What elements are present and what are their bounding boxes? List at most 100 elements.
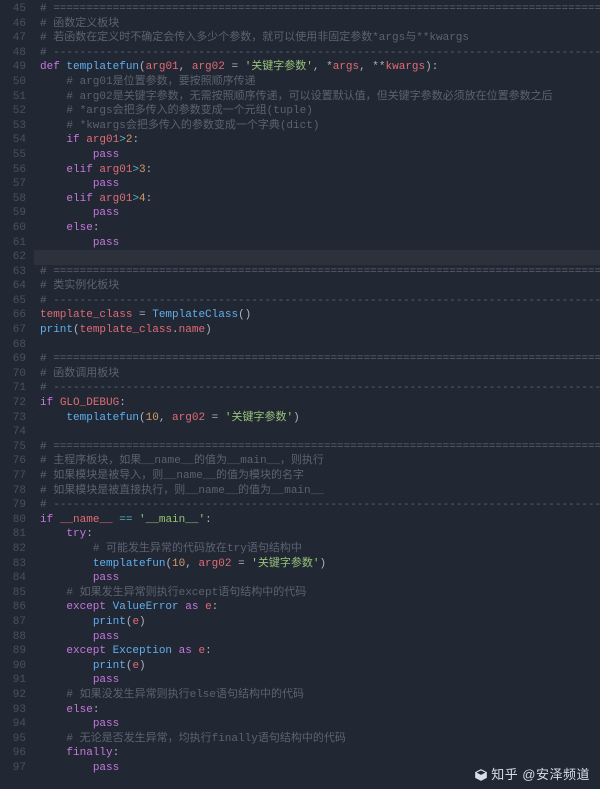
code-line[interactable]: pass [34,717,600,732]
line-number: 80 [4,513,26,528]
line-number: 85 [4,586,26,601]
code-line[interactable]: pass [34,206,600,221]
line-number: 48 [4,46,26,61]
code-line[interactable]: else: [34,703,600,718]
line-number: 57 [4,177,26,192]
code-line[interactable]: def templatefun(arg01, arg02 = '关键字参数', … [34,60,600,75]
line-number: 55 [4,148,26,163]
code-line[interactable]: # *args会把多传入的参数变成一个元组(tuple) [34,104,600,119]
line-number: 65 [4,294,26,309]
code-line[interactable]: # arg01是位置参数，要按照顺序传递 [34,75,600,90]
code-line[interactable]: templatefun(10, arg02 = '关键字参数') [34,557,600,572]
code-line[interactable]: # --------------------------------------… [34,46,600,61]
line-number: 94 [4,717,26,732]
zhihu-icon [474,768,488,782]
code-line[interactable] [34,250,600,265]
code-line[interactable]: # 若函数在定义时不确定会传入多少个参数，就可以使用非固定参数*args与**k… [34,31,600,46]
line-number: 50 [4,75,26,90]
line-number: 68 [4,338,26,353]
code-line[interactable]: # 可能发生异常的代码放在try语句结构中 [34,542,600,557]
line-number: 51 [4,90,26,105]
line-number: 52 [4,104,26,119]
line-number: 92 [4,688,26,703]
line-number: 78 [4,484,26,499]
code-line[interactable]: if GLO_DEBUG: [34,396,600,411]
code-line[interactable]: # --------------------------------------… [34,294,600,309]
watermark: 知乎 @安泽频道 [474,768,590,783]
code-line[interactable]: # --------------------------------------… [34,381,600,396]
code-line[interactable]: pass [34,673,600,688]
code-line[interactable] [34,338,600,353]
line-number: 61 [4,236,26,251]
line-number: 74 [4,425,26,440]
code-line[interactable]: templatefun(10, arg02 = '关键字参数') [34,411,600,426]
code-area[interactable]: # ======================================… [34,0,600,789]
code-line[interactable]: # 如果模块是被直接执行，则__name__的值为__main__ [34,484,600,499]
code-line[interactable]: if __name__ == '__main__': [34,513,600,528]
code-line[interactable]: else: [34,221,600,236]
code-line[interactable]: finally: [34,746,600,761]
line-number: 81 [4,527,26,542]
code-line[interactable]: except Exception as e: [34,644,600,659]
code-line[interactable]: pass [34,630,600,645]
line-number: 60 [4,221,26,236]
line-number: 47 [4,31,26,46]
line-number: 69 [4,352,26,367]
code-line[interactable]: # 函数调用板块 [34,367,600,382]
code-line[interactable]: # ======================================… [34,265,600,280]
code-line[interactable]: # --------------------------------------… [34,498,600,513]
code-line[interactable]: # 如果模块是被导入，则__name__的值为模块的名字 [34,469,600,484]
line-number: 90 [4,659,26,674]
code-line[interactable] [34,425,600,440]
code-line[interactable]: pass [34,177,600,192]
line-number: 89 [4,644,26,659]
code-line[interactable]: print(template_class.name) [34,323,600,338]
code-line[interactable]: # 主程序板块，如果__name__的值为__main__，则执行 [34,454,600,469]
code-line[interactable]: # arg02是关键字参数，无需按照顺序传递，可以设置默认值，但关键字参数必须放… [34,90,600,105]
code-line[interactable]: # *kwargs会把多传入的参数变成一个字典(dict) [34,119,600,134]
line-number: 84 [4,571,26,586]
code-line[interactable]: print(e) [34,659,600,674]
line-number: 88 [4,630,26,645]
code-line[interactable]: try: [34,527,600,542]
line-number: 82 [4,542,26,557]
line-number: 66 [4,308,26,323]
line-number: 73 [4,411,26,426]
code-line[interactable]: # 函数定义板块 [34,17,600,32]
line-number: 87 [4,615,26,630]
code-line[interactable]: pass [34,571,600,586]
code-line[interactable]: # ======================================… [34,352,600,367]
line-number: 77 [4,469,26,484]
line-number: 79 [4,498,26,513]
code-line[interactable]: except ValueError as e: [34,600,600,615]
code-line[interactable]: # 类实例化板块 [34,279,600,294]
code-line[interactable]: print(e) [34,615,600,630]
code-line[interactable]: if arg01>2: [34,133,600,148]
line-number: 49 [4,60,26,75]
line-number: 63 [4,265,26,280]
line-number: 91 [4,673,26,688]
line-number: 58 [4,192,26,207]
code-line[interactable]: # 无论是否发生异常，均执行finally语句结构中的代码 [34,732,600,747]
line-number: 64 [4,279,26,294]
line-number: 53 [4,119,26,134]
code-line[interactable]: template_class = TemplateClass() [34,308,600,323]
line-number: 71 [4,381,26,396]
line-number: 86 [4,600,26,615]
code-line[interactable]: elif arg01>4: [34,192,600,207]
line-number: 83 [4,557,26,572]
code-line[interactable]: # ======================================… [34,440,600,455]
line-number: 97 [4,761,26,776]
line-number: 93 [4,703,26,718]
code-editor[interactable]: 4546474849505152535455565758596061626364… [0,0,600,789]
code-line[interactable]: pass [34,236,600,251]
line-number: 70 [4,367,26,382]
watermark-text: 知乎 @安泽频道 [491,767,590,782]
code-line[interactable]: elif arg01>3: [34,163,600,178]
code-line[interactable]: # 如果没发生异常则执行else语句结构中的代码 [34,688,600,703]
code-line[interactable]: # 如果发生异常则执行except语句结构中的代码 [34,586,600,601]
line-number: 95 [4,732,26,747]
line-number: 54 [4,133,26,148]
code-line[interactable]: # ======================================… [34,2,600,17]
code-line[interactable]: pass [34,148,600,163]
